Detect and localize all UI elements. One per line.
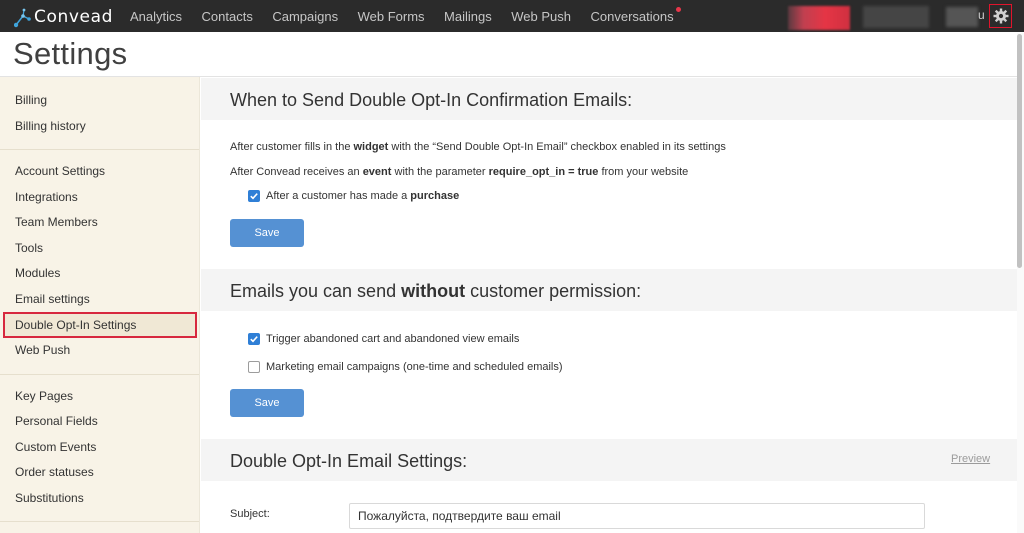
sidebar-item-tools[interactable]: Tools [15,241,43,255]
sidebar-item-personal-fields[interactable]: Personal Fields [15,414,98,428]
section-title: Emails you can send without customer per… [230,281,641,302]
text-bold: require_opt_in = true [488,166,599,178]
purchase-checkbox[interactable] [248,190,260,202]
sidebar-item-billing-history[interactable]: Billing history [15,119,86,133]
settings-button[interactable] [989,4,1012,28]
text-part: After customer fills in the [230,141,354,153]
logo-icon [14,8,31,28]
preview-link[interactable]: Preview [951,453,990,465]
nav-mailings[interactable]: Mailings [444,9,492,24]
text-bold: widget [353,141,389,153]
settings-sidebar: Billing Billing history Account Settings… [0,77,200,533]
sidebar-item-integrations[interactable]: Integrations [15,190,78,204]
nav-web-push[interactable]: Web Push [511,9,571,24]
title-part: customer permission: [465,281,642,301]
sidebar-item-custom-events[interactable]: Custom Events [15,440,96,454]
nav-conversations-label: Conversations [590,8,674,24]
subject-input[interactable] [349,503,925,529]
section-title: When to Send Double Opt-In Confirmation … [230,90,633,110]
sidebar-item-order-statuses[interactable]: Order statuses [15,465,94,479]
main-nav: Analytics Contacts Campaigns Web Forms M… [130,0,693,32]
sidebar-item-email-settings[interactable]: Email settings [15,292,90,306]
trigger-emails-checkbox-row[interactable]: Trigger abandoned cart and abandoned vie… [248,333,519,345]
subject-label: Subject: [230,508,270,520]
checkbox-label: Marketing email campaigns (one-time and … [266,361,563,373]
sidebar-item-billing[interactable]: Billing [15,93,47,107]
convead-logo[interactable]: Convead [14,4,113,30]
redacted-user-name[interactable] [946,7,978,27]
redacted-account-name [863,6,929,28]
logo-text: Convead [34,7,113,27]
notification-dot [675,6,681,12]
text-bold: purchase [410,190,460,202]
checkmark-icon [250,336,258,343]
nav-analytics[interactable]: Analytics [130,9,182,24]
text-part: from your website [598,166,689,178]
text-part: with the “Send Double Opt-In Email” chec… [388,141,726,153]
save-button[interactable]: Save [230,389,304,417]
sidebar-divider [0,374,199,375]
title-bold: without [401,281,466,301]
checkmark-icon [250,193,258,200]
save-button[interactable]: Save [230,219,304,247]
nav-web-forms[interactable]: Web Forms [358,9,425,24]
event-trigger-text: After Convead receives an event with the… [230,166,688,178]
text-part: After Convead receives an [230,166,363,178]
sidebar-item-key-pages[interactable]: Key Pages [15,389,73,403]
section-header-when-to-send: When to Send Double Opt-In Confirmation … [201,78,1017,120]
text-bold: event [362,166,392,178]
checkbox-label: After a customer has made a purchase [266,190,459,202]
user-name-suffix[interactable]: u [978,8,985,22]
sidebar-divider [0,521,199,522]
widget-trigger-text: After customer fills in the widget with … [230,141,726,153]
page-title: Settings [13,36,128,71]
section-header-without-permission: Emails you can send without customer per… [201,269,1017,311]
redacted-account-block [788,6,850,30]
sidebar-item-team-members[interactable]: Team Members [15,215,98,229]
sidebar-item-web-push[interactable]: Web Push [15,343,70,357]
purchase-checkbox-row[interactable]: After a customer has made a purchase [248,190,459,202]
gear-icon [993,8,1008,24]
top-navigation-bar: Convead Analytics Contacts Campaigns Web… [0,0,1024,32]
sidebar-item-double-opt-in-settings[interactable]: Double Opt-In Settings [15,318,136,332]
nav-conversations[interactable]: Conversations [590,6,681,24]
section-title: Double Opt-In Email Settings: [230,451,468,471]
nav-contacts[interactable]: Contacts [202,9,253,24]
text-part: with the parameter [391,166,489,178]
marketing-campaigns-checkbox-row[interactable]: Marketing email campaigns (one-time and … [248,361,563,373]
trigger-emails-checkbox[interactable] [248,333,260,345]
sidebar-item-account-settings[interactable]: Account Settings [15,164,105,178]
scrollbar-thumb[interactable] [1017,34,1022,268]
nav-campaigns[interactable]: Campaigns [272,9,338,24]
marketing-campaigns-checkbox[interactable] [248,361,260,373]
sidebar-item-modules[interactable]: Modules [15,266,60,280]
sidebar-item-substitutions[interactable]: Substitutions [15,491,84,505]
section-header-email-settings: Double Opt-In Email Settings: [201,439,1017,481]
checkbox-label: Trigger abandoned cart and abandoned vie… [266,333,520,345]
text-part: After a customer has made a [266,190,411,202]
sidebar-divider [0,149,199,150]
title-part: Emails you can send [230,281,402,301]
